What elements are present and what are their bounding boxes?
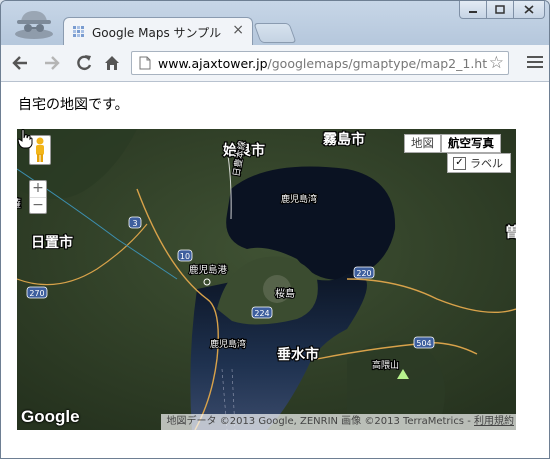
maximize-icon bbox=[495, 5, 505, 14]
forward-arrow-icon bbox=[45, 56, 60, 70]
terms-link[interactable]: 利用規約 bbox=[474, 416, 514, 427]
close-tab-icon[interactable]: × bbox=[232, 22, 244, 38]
address-bar[interactable]: www.ajaxtower.jp/googlemaps/gmaptype/map… bbox=[131, 51, 509, 75]
map-type-satellite-button[interactable]: 航空写真 bbox=[441, 134, 501, 153]
place-label-takakumayama: 高隈山 bbox=[372, 359, 399, 371]
page-content: 自宅の地図です。 3 10 220 270 224 504 霧島市 姶良市 日置… bbox=[1, 82, 549, 458]
menu-icon[interactable] bbox=[527, 54, 543, 70]
url-host: www.ajaxtower.jp bbox=[158, 56, 268, 71]
home-button[interactable] bbox=[101, 52, 123, 74]
back-arrow-icon bbox=[12, 56, 27, 70]
map-type-roadmap-button[interactable]: 地図 bbox=[404, 134, 441, 153]
title-bar: Google Maps サンプル × bbox=[1, 1, 549, 45]
tab-title: Google Maps サンプル bbox=[92, 26, 222, 40]
google-logo[interactable]: Google bbox=[21, 407, 80, 427]
satellite-imagery: 3 10 220 270 224 504 霧島市 姶良市 日置市 鹿児島湾 鹿児… bbox=[17, 129, 516, 430]
map-type-control: 地図 航空写真 bbox=[404, 134, 501, 153]
url-text: www.ajaxtower.jp/googlemaps/gmaptype/map… bbox=[158, 56, 487, 71]
road-shield: 220 bbox=[356, 269, 371, 278]
place-label-hioki: 日置市 bbox=[31, 234, 73, 251]
road-shield: 10 bbox=[180, 252, 190, 261]
reload-button[interactable] bbox=[73, 52, 95, 74]
attribution-text: 地図データ ©2013 Google, ZENRIN 画像 ©2013 Terr… bbox=[166, 416, 465, 427]
place-label-bay-south: 鹿児島湾 bbox=[210, 338, 246, 350]
minimize-icon bbox=[469, 10, 477, 13]
pegman-icon bbox=[36, 137, 44, 162]
home-icon bbox=[105, 56, 119, 70]
place-label-sakurajima: 桜島 bbox=[275, 287, 295, 300]
maximize-button[interactable] bbox=[486, 1, 514, 19]
window-controls bbox=[459, 1, 545, 19]
place-label-kirishima: 霧島市 bbox=[323, 131, 365, 148]
place-label-port: 鹿児島港 bbox=[189, 264, 228, 276]
url-path: /googlemaps/gmaptype/map2_1.ht bbox=[267, 56, 488, 71]
labels-checkbox-label: ラベル bbox=[470, 157, 503, 170]
close-window-button[interactable] bbox=[513, 1, 545, 19]
road-shield: 224 bbox=[254, 309, 269, 318]
incognito-icon bbox=[15, 11, 53, 39]
hand-cursor-icon bbox=[17, 129, 33, 149]
minimize-button[interactable] bbox=[459, 1, 487, 19]
road-shield: 504 bbox=[416, 339, 431, 348]
place-label-left-edge: 薩 bbox=[17, 197, 21, 210]
browser-toolbar: www.ajaxtower.jp/googlemaps/gmaptype/map… bbox=[1, 45, 549, 82]
zoom-out-button[interactable]: − bbox=[30, 198, 46, 214]
close-icon bbox=[524, 5, 534, 14]
place-label-bay-north: 鹿児島湾 bbox=[281, 193, 317, 205]
labels-checkbox-option[interactable]: ✓ ラベル bbox=[447, 153, 511, 173]
road-shield: 3 bbox=[132, 219, 137, 228]
place-label-right-edge: 曽 bbox=[505, 224, 516, 241]
intro-text: 自宅の地図です。 bbox=[18, 97, 129, 113]
place-label-tarumizu: 垂水市 bbox=[277, 346, 319, 363]
map-container[interactable]: 3 10 220 270 224 504 霧島市 姶良市 日置市 鹿児島湾 鹿児… bbox=[17, 129, 516, 430]
tab-google-maps[interactable]: Google Maps サンプル × bbox=[63, 17, 253, 45]
checkbox-checked-icon[interactable]: ✓ bbox=[453, 156, 466, 170]
reload-icon bbox=[77, 55, 92, 71]
page-icon bbox=[139, 56, 151, 70]
bookmark-star-icon[interactable]: ☆ bbox=[489, 53, 504, 73]
new-tab-button[interactable] bbox=[253, 23, 297, 43]
zoom-control: + − bbox=[29, 180, 47, 214]
map-attribution: 地図データ ©2013 Google, ZENRIN 画像 ©2013 Terr… bbox=[160, 414, 516, 430]
zoom-in-button[interactable]: + bbox=[30, 181, 46, 198]
browser-window: Google Maps サンプル × www.ajaxtower.jp/goog… bbox=[0, 0, 550, 459]
page-favicon-icon bbox=[73, 26, 84, 37]
road-shield: 270 bbox=[29, 289, 44, 298]
forward-button[interactable] bbox=[41, 52, 63, 74]
back-button[interactable] bbox=[9, 52, 31, 74]
